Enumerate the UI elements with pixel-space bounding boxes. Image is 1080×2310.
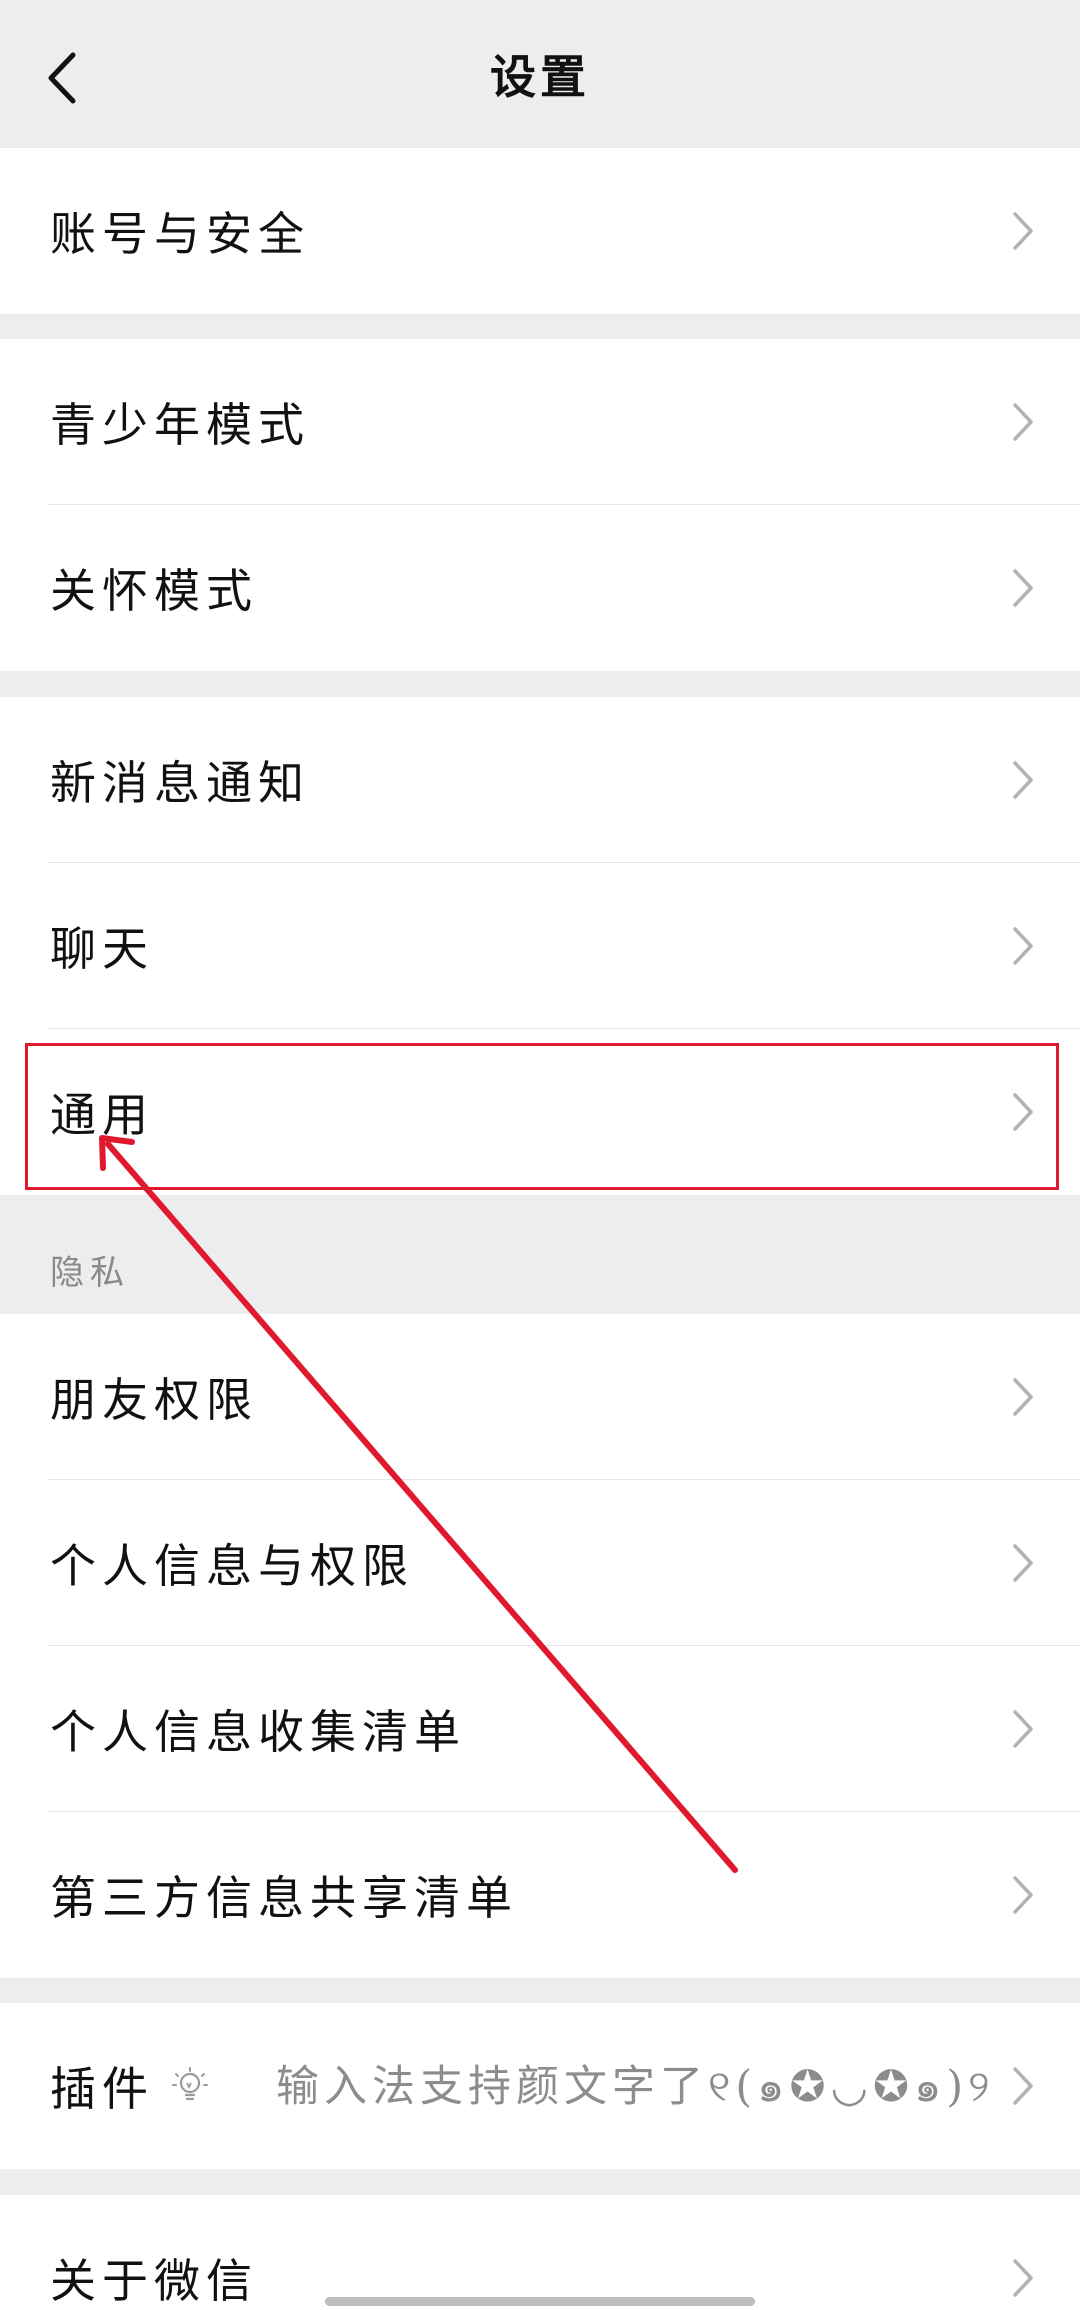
chevron-right-icon: [1013, 1710, 1033, 1748]
settings-item-label: 新消息通知: [50, 756, 310, 810]
chevron-right-icon: [1013, 403, 1033, 441]
chevron-right-icon: [1013, 1544, 1033, 1582]
chevron-right-icon: [1013, 1876, 1033, 1914]
settings-item-care-mode[interactable]: 关怀模式: [0, 505, 1080, 671]
chevron-right-icon: [1013, 2067, 1033, 2105]
settings-item-label: 朋友权限: [50, 1373, 258, 1427]
chevron-right-icon: [1013, 212, 1033, 250]
settings-item-teen-mode[interactable]: 青少年模式: [0, 339, 1080, 505]
settings-item-notifications[interactable]: 新消息通知: [0, 697, 1080, 863]
settings-item-general[interactable]: 通用: [0, 1029, 1080, 1195]
settings-item-label: 关于微信: [50, 2254, 258, 2308]
chevron-right-icon: [1013, 1378, 1033, 1416]
settings-item-label: 通用: [50, 1088, 154, 1142]
settings-item-label: 账号与安全: [50, 207, 310, 261]
plugins-group: 插件 输入法支持颜文字了୧(๑✪◡✪๑)୨: [0, 2003, 1080, 2169]
plugin-hint-text: 输入法支持颜文字了୧(๑✪◡✪๑)୨: [276, 2062, 995, 2112]
settings-item-about[interactable]: 关于微信: [0, 2195, 1080, 2310]
settings-item-personal-info-permissions[interactable]: 个人信息与权限: [0, 1480, 1080, 1646]
chevron-right-icon: [1013, 1093, 1033, 1131]
general-group: 新消息通知 聊天 通用: [0, 697, 1080, 1195]
settings-item-third-party-sharing[interactable]: 第三方信息共享清单: [0, 1812, 1080, 1978]
settings-item-account-security[interactable]: 账号与安全: [0, 148, 1080, 314]
settings-item-chat[interactable]: 聊天: [0, 863, 1080, 1029]
settings-item-friend-permissions[interactable]: 朋友权限: [0, 1314, 1080, 1480]
chevron-right-icon: [1013, 761, 1033, 799]
settings-item-label: 第三方信息共享清单: [50, 1871, 518, 1925]
page-title: 设置: [490, 50, 590, 104]
mode-group: 青少年模式 关怀模式: [0, 339, 1080, 671]
nav-bar: 设置: [0, 0, 1080, 148]
home-indicator: [325, 2297, 755, 2306]
settings-item-label: 关怀模式: [50, 564, 258, 618]
settings-item-label: 个人信息与权限: [50, 1539, 414, 1593]
account-group: 账号与安全: [0, 148, 1080, 314]
settings-item-label: 插件: [50, 2062, 154, 2116]
privacy-group: 朋友权限 个人信息与权限 个人信息收集清单 第三方信息共享清单: [0, 1314, 1080, 1978]
settings-item-label: 青少年模式: [50, 398, 310, 452]
settings-item-plugins[interactable]: 插件 输入法支持颜文字了୧(๑✪◡✪๑)୨: [0, 2003, 1080, 2169]
settings-item-personal-info-collection[interactable]: 个人信息收集清单: [0, 1646, 1080, 1812]
about-group: 关于微信: [0, 2195, 1080, 2310]
chevron-right-icon: [1013, 927, 1033, 965]
section-label-privacy: 隐私: [50, 1253, 130, 1293]
lightbulb-icon: [172, 2067, 208, 2101]
chevron-right-icon: [1013, 2259, 1033, 2297]
settings-item-label: 聊天: [50, 922, 154, 976]
settings-item-label: 个人信息收集清单: [50, 1705, 466, 1759]
chevron-right-icon: [1013, 569, 1033, 607]
